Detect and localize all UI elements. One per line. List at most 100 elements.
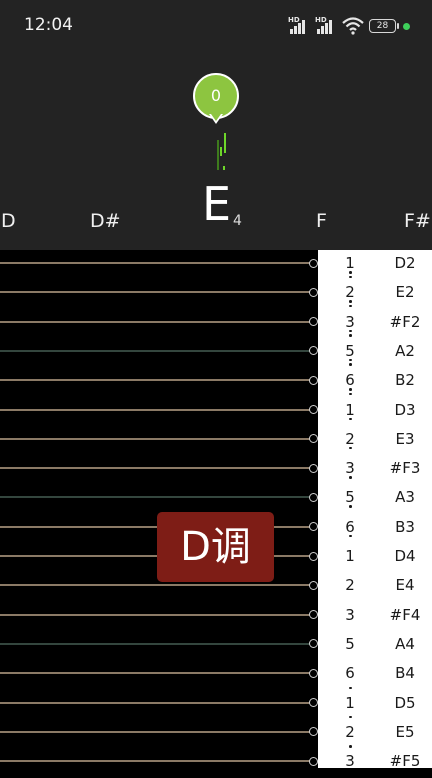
note-row[interactable]: 3 #F3 (318, 456, 432, 485)
octave-dot-above (349, 686, 352, 692)
jianpu-number: 6 (345, 664, 355, 683)
octave-dot-above (349, 715, 352, 721)
string-line[interactable] (0, 613, 310, 616)
note-row[interactable]: 2 E5 (318, 715, 432, 749)
string-peg[interactable] (309, 287, 318, 297)
wifi-icon (342, 17, 364, 35)
string-line[interactable] (0, 496, 310, 499)
octave-dot-below (349, 329, 352, 339)
status-dot (403, 22, 410, 30)
note-name: B3 (395, 517, 415, 536)
jianpu-number: 2 (345, 283, 355, 302)
signal-icon-2: HD (315, 16, 337, 34)
jianpu-number: 3 (345, 312, 355, 331)
octave-dot-below (349, 388, 352, 397)
scale-note-right-2: F# (404, 210, 431, 232)
jianpu-number: 6 (345, 517, 355, 536)
string-line[interactable] (0, 760, 310, 763)
scale-note-right: F (316, 210, 327, 232)
string-peg[interactable] (309, 492, 318, 502)
note-name: #F2 (389, 312, 421, 331)
string-line[interactable] (0, 437, 310, 440)
string-line[interactable] (0, 320, 310, 323)
scale-note-left-2: D# (90, 210, 121, 232)
jianpu-number: 5 (345, 341, 355, 360)
string-line[interactable] (0, 584, 310, 587)
string-line[interactable] (0, 349, 310, 352)
note-row[interactable]: 5 A3 (318, 485, 432, 514)
note-name: E4 (395, 576, 415, 595)
string-peg[interactable] (309, 317, 318, 327)
octave-dot-below (349, 300, 352, 309)
string-line[interactable] (0, 262, 310, 264)
string-peg[interactable] (309, 727, 318, 737)
note-name: E3 (395, 429, 415, 448)
string-peg[interactable] (309, 375, 318, 385)
note-row[interactable]: 2 E2 (318, 280, 432, 309)
string-line[interactable] (0, 701, 310, 704)
string-peg[interactable] (309, 551, 318, 561)
string-peg[interactable] (309, 668, 318, 678)
note-row[interactable]: 1 D4 (318, 544, 432, 573)
note-name: A2 (395, 341, 415, 360)
jianpu-number: 1 (345, 693, 355, 712)
note-row[interactable]: 3 #F2 (318, 310, 432, 339)
string-peg[interactable] (309, 580, 318, 590)
note-name: A3 (395, 488, 415, 507)
signal-icon: HD (288, 16, 310, 34)
string-peg[interactable] (309, 258, 318, 268)
note-row[interactable]: 6 B3 (318, 515, 432, 544)
string-panel[interactable] (0, 250, 318, 768)
string-line[interactable] (0, 291, 310, 294)
note-row[interactable]: 1 D5 (318, 686, 432, 720)
string-line[interactable] (0, 642, 310, 645)
jianpu-number: 1 (345, 254, 355, 272)
octave-dot-below (349, 417, 352, 423)
string-peg[interactable] (309, 698, 318, 707)
status-bar: 12:04 HD HD 28 (0, 0, 432, 50)
string-line[interactable] (0, 408, 310, 411)
note-name: E5 (395, 722, 415, 741)
needle-trace-3 (223, 166, 225, 170)
string-peg[interactable] (309, 522, 318, 532)
note-row[interactable]: 2 E3 (318, 427, 432, 456)
string-peg[interactable] (309, 434, 318, 444)
jianpu-number: 3 (345, 459, 355, 478)
note-row[interactable]: 2 E4 (318, 573, 432, 602)
note-name: D2 (394, 254, 416, 272)
note-row[interactable]: 5 A4 (318, 632, 432, 661)
jianpu-number: 2 (345, 722, 355, 741)
string-peg[interactable] (309, 405, 318, 414)
string-line[interactable] (0, 467, 310, 470)
octave-dot-below (349, 505, 352, 510)
note-list: 1 D2 2 E2 3 #F2 5 A2 6 B2 1 D3 2 E3 3 #F3 5 A3 6 B3 1 D4 2 E4 3 #… (318, 250, 432, 769)
pin-tail-inner (211, 114, 221, 121)
key-badge[interactable]: D调 (157, 512, 274, 582)
string-line[interactable] (0, 379, 310, 382)
note-name: D4 (394, 547, 416, 565)
note-row[interactable]: 6 B4 (318, 661, 432, 690)
note-row[interactable]: 3 #F5 (318, 745, 432, 778)
jianpu-number: 3 (345, 605, 355, 624)
needle-trace-dim (217, 140, 219, 170)
string-peg[interactable] (309, 463, 318, 473)
string-peg[interactable] (309, 639, 318, 649)
octave-dot-above (349, 745, 352, 750)
string-line[interactable] (0, 730, 310, 733)
note-row[interactable]: 1 D3 (318, 398, 432, 427)
octave-dot-below (349, 476, 352, 481)
note-row[interactable]: 1 D2 (318, 251, 432, 280)
current-octave: 4 (233, 213, 242, 229)
note-row[interactable]: 5 A2 (318, 339, 432, 368)
note-row[interactable]: 6 B2 (318, 368, 432, 397)
jianpu-number: 1 (345, 547, 355, 565)
string-peg[interactable] (309, 610, 318, 620)
jianpu-number: 5 (345, 488, 355, 507)
octave-dot-below (349, 271, 352, 280)
string-peg[interactable] (309, 756, 318, 766)
string-line[interactable] (0, 672, 310, 675)
note-row[interactable]: 3 #F4 (318, 603, 432, 632)
cents-indicator: 0 (193, 73, 239, 119)
jianpu-number: 5 (345, 634, 355, 653)
string-peg[interactable] (309, 346, 318, 356)
